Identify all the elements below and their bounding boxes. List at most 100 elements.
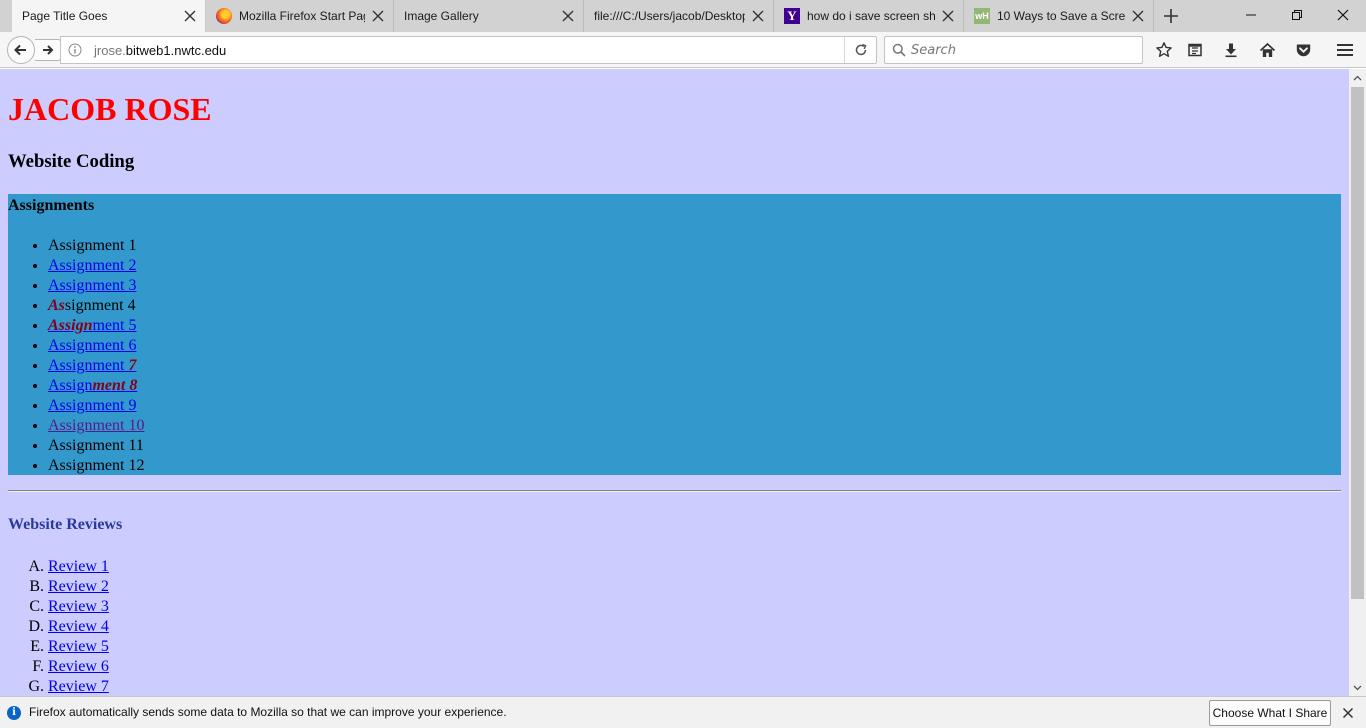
vertical-scrollbar[interactable] <box>1349 69 1366 696</box>
review-link[interactable]: Review 7 <box>48 678 109 695</box>
site-info-icon[interactable] <box>68 43 82 57</box>
assignment-link[interactable]: Assignment 7 <box>48 357 136 374</box>
assignment-link[interactable]: Assignment 6 <box>48 337 136 354</box>
review-item[interactable]: Review 4 <box>48 617 109 637</box>
assignment-link[interactable]: Assignment 8 <box>48 377 137 394</box>
assignment-item[interactable]: Assignment 3 <box>48 276 144 296</box>
reload-icon <box>855 43 866 56</box>
tab-firefox-start[interactable]: Mozilla Firefox Start Page <box>206 0 394 32</box>
tab-title: Page Title Goes <box>22 9 108 23</box>
minimize-button[interactable] <box>1228 0 1274 30</box>
forward-button[interactable] <box>35 39 61 61</box>
assignment-link[interactable]: Assignment 3 <box>48 277 136 294</box>
address-bar[interactable]: jrose.bitweb1.nwtc.edu <box>60 36 877 64</box>
tab-close-icon[interactable] <box>751 9 765 23</box>
tab-close-icon[interactable] <box>371 9 385 23</box>
assignment-item[interactable]: Assignment 2 <box>48 256 144 276</box>
assignment-link[interactable]: Assignment 10 <box>48 417 144 434</box>
notification-bar: i Firefox automatically sends some data … <box>0 696 1366 728</box>
tab-page-title[interactable]: Page Title Goes <box>12 0 206 32</box>
reviews-list: Review 1 Review 2 Review 3 Review 4 Review 5… <box>48 557 109 696</box>
scroll-up-button[interactable] <box>1349 69 1366 86</box>
tab-image-gallery[interactable]: Image Gallery <box>394 0 584 32</box>
assignment-link[interactable]: Assignment 9 <box>48 397 136 414</box>
page-viewport: JACOB ROSE Website Coding Assignments As… <box>0 69 1349 696</box>
bookmark-button[interactable] <box>1152 38 1176 62</box>
review-item[interactable]: Review 6 <box>48 657 109 677</box>
tab-yahoo-search[interactable]: Y how do i save screen shots <box>774 0 964 32</box>
notification-close-button[interactable] <box>1340 705 1356 721</box>
assignment-text: signment 4 <box>64 297 136 314</box>
review-item[interactable]: Review 3 <box>48 597 109 617</box>
review-link[interactable]: Review 4 <box>48 618 109 635</box>
tab-close-icon[interactable] <box>183 9 197 23</box>
tab-wikihow[interactable]: wH 10 Ways to Save a Screenshot <box>964 0 1154 32</box>
home-icon <box>1259 42 1275 57</box>
restore-button[interactable] <box>1274 0 1320 30</box>
download-icon <box>1225 43 1237 58</box>
tab-close-icon[interactable] <box>1131 9 1145 23</box>
choose-what-i-share-button[interactable]: Choose What I Share <box>1209 700 1331 726</box>
pocket-icon <box>1296 44 1310 56</box>
tab-close-icon[interactable] <box>941 9 955 23</box>
tab-title: Mozilla Firefox Start Page <box>239 9 365 23</box>
scroll-down-button[interactable] <box>1349 679 1366 696</box>
assignment-item[interactable]: Assignment 8 <box>48 376 144 396</box>
close-window-button[interactable] <box>1320 0 1366 30</box>
assignment-text: Assignment 10 <box>48 417 145 434</box>
assignment-item: Assignment 11 <box>48 436 144 456</box>
assignment-text: Assign <box>48 377 93 394</box>
assignment-text: ment 8 <box>92 377 138 394</box>
pocket-button[interactable] <box>1291 38 1315 62</box>
url-text[interactable]: jrose.bitweb1.nwtc.edu <box>94 43 226 58</box>
review-link[interactable]: Review 6 <box>48 658 109 675</box>
review-item[interactable]: Review 5 <box>48 637 109 657</box>
search-input[interactable] <box>911 40 1136 60</box>
downloads-button[interactable] <box>1219 38 1243 62</box>
arrow-left-icon <box>14 44 26 56</box>
review-item[interactable]: Review 1 <box>48 557 109 577</box>
review-link[interactable]: Review 2 <box>48 578 109 595</box>
scroll-thumb[interactable] <box>1351 87 1364 599</box>
review-item[interactable]: Review 2 <box>48 577 109 597</box>
assignments-heading: Assignments <box>8 197 95 214</box>
restore-icon <box>1292 10 1302 20</box>
new-tab-plus-icon[interactable] <box>1160 6 1182 26</box>
assignment-text: Assignment 11 <box>48 437 144 454</box>
assignment-text: Assignment 6 <box>48 337 137 354</box>
tab-local-file[interactable]: file:///C:/Users/jacob/Desktop <box>584 0 774 32</box>
reading-list-button[interactable] <box>1183 38 1207 62</box>
assignment-item[interactable]: Assignment 10 <box>48 416 144 436</box>
home-button[interactable] <box>1255 38 1279 62</box>
assignment-item[interactable]: Assignment 9 <box>48 396 144 416</box>
assignments-list: Assignment 1 Assignment 2 Assignment 3 Assi… <box>48 236 144 476</box>
assignment-link[interactable]: Assignment 5 <box>48 317 136 334</box>
assignment-item: Assignment 4 <box>48 296 144 316</box>
assignment-text: Assignment 2 <box>48 257 137 274</box>
reload-button[interactable] <box>844 37 876 63</box>
review-link[interactable]: Review 3 <box>48 598 109 615</box>
info-icon: i <box>7 706 21 720</box>
tab-strip: Page Title Goes Mozilla Firefox Start Pa… <box>0 0 1366 32</box>
open-menu-button[interactable] <box>1333 38 1357 62</box>
assignment-item[interactable]: Assignment 6 <box>48 336 144 356</box>
assignment-label: Assignment 4 <box>48 297 136 314</box>
assignments-section: Assignments Assignment 1Assignment 2Assi… <box>8 194 1341 475</box>
yahoo-icon: Y <box>784 8 800 24</box>
review-link[interactable]: Review 1 <box>48 558 109 575</box>
search-bar[interactable] <box>884 36 1143 64</box>
assignment-item[interactable]: Assignment 7 <box>48 356 144 376</box>
page-title: JACOB ROSE <box>8 91 212 127</box>
assignment-text: Assignment <box>48 357 129 374</box>
tab-close-icon[interactable] <box>561 9 575 23</box>
assignment-text: As <box>48 297 65 314</box>
menu-icon <box>1337 44 1353 56</box>
firefox-icon <box>216 8 232 24</box>
chevron-down-icon <box>1353 685 1362 690</box>
assignment-item[interactable]: Assignment 5 <box>48 316 144 336</box>
review-item[interactable]: Review 7 <box>48 677 109 696</box>
assignment-link[interactable]: Assignment 2 <box>48 257 136 274</box>
assignment-text: Assignment 9 <box>48 397 137 414</box>
review-link[interactable]: Review 5 <box>48 638 109 655</box>
back-button[interactable] <box>7 36 35 64</box>
